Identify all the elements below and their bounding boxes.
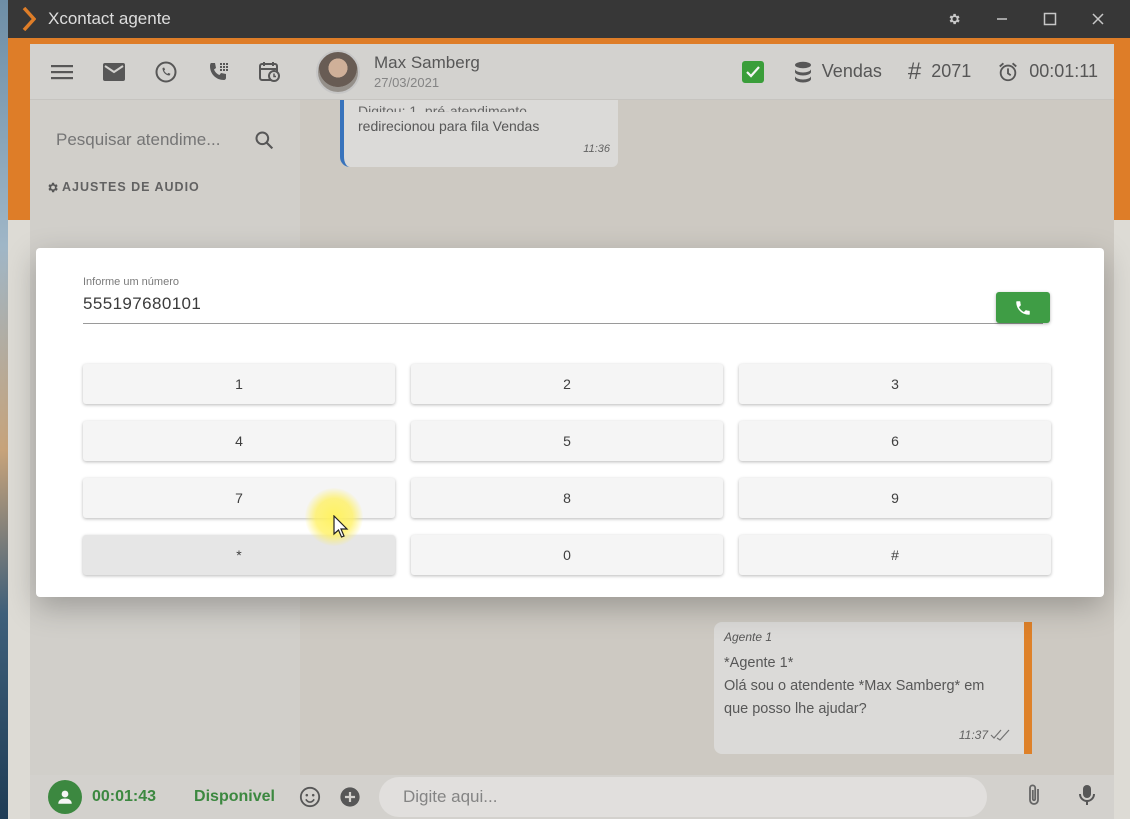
keypad-key-2[interactable]: 2 (411, 364, 723, 404)
number-input[interactable]: 555197680101 (83, 294, 201, 314)
phone-dialpad-icon[interactable] (192, 44, 244, 100)
outgoing-message-author: Agente 1 (724, 630, 773, 644)
outgoing-message: Agente 1 *Agente 1* Olá sou o atendente … (714, 622, 1032, 754)
whatsapp-icon[interactable] (140, 44, 192, 100)
dialer-dialog: Informe um número 555197680101 1 2 3 4 5… (36, 248, 1104, 597)
contact-info: Max Samberg 27/03/2021 (374, 53, 480, 90)
extension-number: 2071 (931, 61, 972, 81)
app-logo-icon (22, 0, 46, 38)
close-icon[interactable] (1074, 0, 1122, 38)
maximize-icon[interactable] (1026, 0, 1074, 38)
contact-name: Max Samberg (374, 53, 480, 72)
emoji-icon[interactable] (299, 786, 321, 808)
keypad-key-hash[interactable]: # (739, 535, 1051, 575)
outgoing-message-time: 11:37 (959, 728, 1010, 742)
keypad-key-4[interactable]: 4 (83, 421, 395, 461)
gear-icon (48, 182, 58, 192)
number-input-underline (83, 323, 1043, 324)
outgoing-message-time-value: 11:37 (958, 728, 988, 742)
queue-indicator: Vendas (794, 61, 882, 83)
keypad-key-5[interactable]: 5 (411, 421, 723, 461)
phone-icon (1016, 300, 1030, 315)
keypad-key-7[interactable]: 7 (83, 478, 395, 518)
agent-status[interactable]: Disponivel (194, 788, 275, 806)
email-icon[interactable] (88, 44, 140, 100)
settings-icon[interactable] (930, 0, 978, 38)
alarm-clock-icon (999, 62, 1018, 81)
keypad-key-0[interactable]: 0 (411, 535, 723, 575)
keypad-key-1[interactable]: 1 (83, 364, 395, 404)
outgoing-message-line: Olá sou o atendente *Max Samberg* em (724, 678, 985, 694)
call-timer: 00:01:11 (997, 61, 1098, 83)
incoming-message: Digitou: 1, pré-atendimento redirecionou… (340, 100, 618, 167)
database-icon (794, 61, 811, 82)
microphone-icon[interactable] (1078, 783, 1096, 812)
number-field-label: Informe um número (83, 276, 179, 288)
keypad-key-3[interactable]: 3 (739, 364, 1051, 404)
audio-settings-label: AJUSTES DE AUDIO (62, 180, 200, 194)
keypad-key-8[interactable]: 8 (411, 478, 723, 518)
outgoing-message-line: *Agente 1* (724, 655, 794, 671)
bottom-bar: 00:01:43 Disponivel Digite aqui... (30, 775, 1114, 819)
window-title: Xcontact agente (48, 9, 171, 28)
double-check-icon (990, 729, 1010, 741)
user-avatar-icon[interactable] (48, 780, 82, 814)
audio-settings-link[interactable]: AJUSTES DE AUDIO (30, 180, 300, 194)
add-circle-icon[interactable] (339, 786, 361, 808)
search-input[interactable]: Pesquisar atendime... (56, 130, 254, 150)
message-input[interactable]: Digite aqui... (378, 777, 987, 817)
keypad-key-9[interactable]: 9 (739, 478, 1051, 518)
attachment-icon[interactable] (1026, 783, 1042, 812)
outgoing-message-line: que posso lhe ajudar? (724, 701, 867, 717)
checkbox-icon[interactable] (741, 60, 764, 83)
top-toolbar: Max Samberg 27/03/2021 Vendas # 2071 00:… (30, 44, 1114, 100)
contact-date: 27/03/2021 (374, 75, 440, 90)
queue-name: Vendas (821, 61, 882, 81)
title-bar: Xcontact agente (8, 0, 1130, 38)
call-button[interactable] (996, 292, 1050, 323)
search-icon[interactable] (254, 130, 274, 150)
calendar-clock-icon[interactable] (244, 44, 296, 100)
incoming-message-truncated: Digitou: 1, pré-atendimento (358, 104, 527, 112)
keypad-key-6[interactable]: 6 (739, 421, 1051, 461)
extension-indicator: # 2071 (908, 58, 971, 86)
incoming-message-time: 11:36 (583, 143, 610, 155)
minimize-icon[interactable] (978, 0, 1026, 38)
session-timer: 00:01:43 (92, 788, 157, 805)
hash-icon: # (907, 57, 922, 85)
incoming-message-text: redirecionou para fila Vendas (358, 118, 540, 134)
keypad-key-star[interactable]: * (83, 535, 395, 575)
search-field[interactable]: Pesquisar atendime... (30, 100, 300, 180)
call-timer-value: 00:01:11 (1029, 61, 1098, 81)
contact-avatar (316, 49, 360, 94)
menu-icon[interactable] (36, 44, 88, 100)
